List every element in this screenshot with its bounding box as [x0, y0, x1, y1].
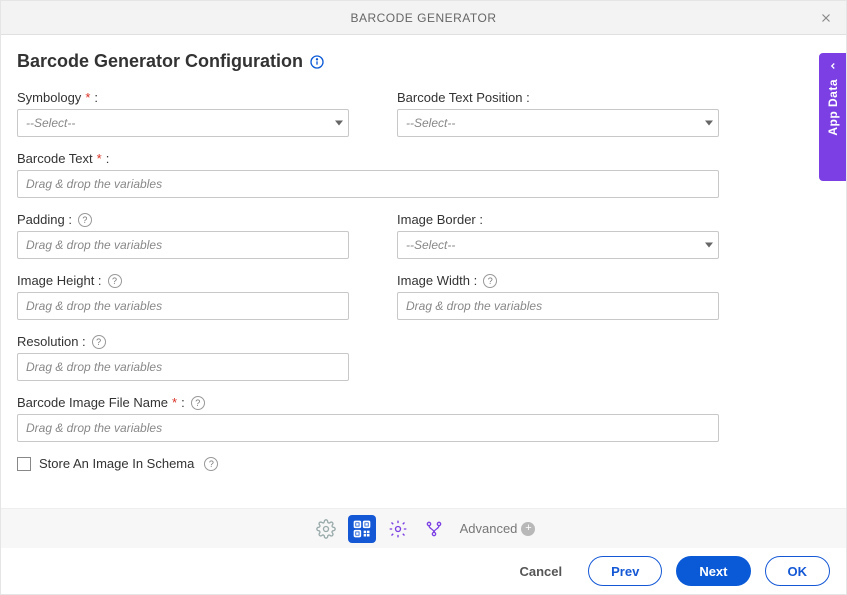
page-title: Barcode Generator Configuration	[17, 51, 830, 72]
label-text: Padding :	[17, 212, 72, 227]
store-image-checkbox[interactable]	[17, 457, 31, 471]
prev-button[interactable]: Prev	[588, 556, 662, 586]
chevron-down-icon	[705, 121, 713, 126]
symbology-select[interactable]: --Select--	[17, 109, 349, 137]
close-icon	[819, 11, 833, 25]
ok-button[interactable]: OK	[765, 556, 831, 586]
dialog-header: BARCODE GENERATOR	[1, 1, 846, 35]
help-icon[interactable]: ?	[92, 335, 106, 349]
page-title-text: Barcode Generator Configuration	[17, 51, 303, 72]
label-text: Barcode Text Position :	[397, 90, 530, 105]
branch-icon	[424, 519, 444, 539]
help-icon[interactable]: ?	[483, 274, 497, 288]
app-data-side-tab[interactable]: App Data	[819, 53, 846, 181]
dialog-footer: Cancel Prev Next OK	[1, 548, 846, 594]
gear-icon	[388, 519, 408, 539]
image-border-select[interactable]: --Select--	[397, 231, 719, 259]
label-padding: Padding : ?	[17, 212, 349, 227]
gear-icon	[316, 519, 336, 539]
select-value: --Select--	[406, 238, 455, 252]
cancel-button[interactable]: Cancel	[507, 556, 574, 586]
advanced-label: Advanced	[460, 521, 518, 536]
label-text: Image Border :	[397, 212, 483, 227]
field-barcode-text: Barcode Text * :	[17, 151, 719, 198]
required-marker: *	[97, 151, 102, 166]
help-icon[interactable]: ?	[78, 213, 92, 227]
label-barcode-image-file-name: Barcode Image File Name * : ?	[17, 395, 719, 410]
required-marker: *	[85, 90, 90, 105]
label-colon: :	[94, 90, 98, 105]
image-width-input[interactable]	[397, 292, 719, 320]
resolution-input[interactable]	[17, 353, 349, 381]
store-image-label: Store An Image In Schema	[39, 456, 194, 471]
toolbar-branch-button[interactable]	[420, 515, 448, 543]
field-barcode-image-file-name: Barcode Image File Name * : ?	[17, 395, 719, 442]
chevron-down-icon	[335, 121, 343, 126]
padding-input[interactable]	[17, 231, 349, 259]
chevron-left-icon	[828, 61, 838, 71]
label-text: Image Width :	[397, 273, 477, 288]
select-value: --Select--	[406, 116, 455, 130]
form-content: Barcode Generator Configuration Symbolog…	[1, 35, 846, 471]
label-text: Image Height :	[17, 273, 102, 288]
label-text: Barcode Image File Name	[17, 395, 168, 410]
label-colon: :	[181, 395, 185, 410]
toolbar-gear2-button[interactable]	[384, 515, 412, 543]
barcode-text-position-select[interactable]: --Select--	[397, 109, 719, 137]
image-height-input[interactable]	[17, 292, 349, 320]
label-barcode-text-position: Barcode Text Position :	[397, 90, 719, 105]
next-button[interactable]: Next	[676, 556, 750, 586]
app-data-label: App Data	[826, 79, 840, 136]
label-symbology: Symbology * :	[17, 90, 349, 105]
label-resolution: Resolution : ?	[17, 334, 349, 349]
field-image-border: Image Border : --Select--	[397, 212, 719, 259]
dialog-title: BARCODE GENERATOR	[350, 11, 496, 25]
chevron-down-icon	[705, 243, 713, 248]
field-resolution: Resolution : ?	[17, 334, 349, 381]
info-icon[interactable]	[309, 54, 325, 70]
help-icon[interactable]: ?	[108, 274, 122, 288]
barcode-text-input[interactable]	[17, 170, 719, 198]
barcode-image-file-name-input[interactable]	[17, 414, 719, 442]
field-padding: Padding : ?	[17, 212, 349, 259]
help-icon[interactable]: ?	[204, 457, 218, 471]
toolbar-settings-button[interactable]	[312, 515, 340, 543]
label-image-width: Image Width : ?	[397, 273, 719, 288]
label-colon: :	[106, 151, 110, 166]
qr-icon	[352, 519, 372, 539]
plus-icon: +	[521, 522, 535, 536]
field-barcode-text-position: Barcode Text Position : --Select--	[397, 90, 719, 137]
required-marker: *	[172, 395, 177, 410]
select-value: --Select--	[26, 116, 75, 130]
field-store-image: Store An Image In Schema ?	[17, 456, 830, 471]
label-text: Resolution :	[17, 334, 86, 349]
label-text: Barcode Text	[17, 151, 93, 166]
field-image-height: Image Height : ?	[17, 273, 349, 320]
label-image-height: Image Height : ?	[17, 273, 349, 288]
label-barcode-text: Barcode Text * :	[17, 151, 719, 166]
close-button[interactable]	[816, 8, 836, 28]
toolbar-qr-button[interactable]	[348, 515, 376, 543]
advanced-toggle[interactable]: Advanced +	[460, 521, 536, 536]
label-text: Symbology	[17, 90, 81, 105]
field-symbology: Symbology * : --Select--	[17, 90, 349, 137]
label-image-border: Image Border :	[397, 212, 719, 227]
help-icon[interactable]: ?	[191, 396, 205, 410]
step-toolbar: Advanced +	[1, 508, 846, 548]
field-image-width: Image Width : ?	[397, 273, 719, 320]
